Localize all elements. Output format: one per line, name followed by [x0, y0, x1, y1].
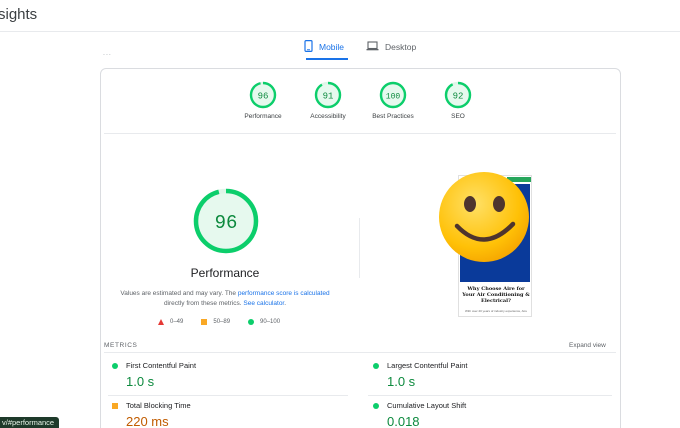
category-label: Best Practices — [372, 113, 414, 120]
phone-icon — [304, 40, 313, 54]
section-divider — [104, 133, 616, 134]
metric-largest-contentful-paint: Largest Contentful Paint 1.0 s — [373, 361, 467, 389]
tab-mobile-label: Mobile — [318, 42, 345, 52]
desc-text: . — [284, 300, 287, 307]
score-value: 100 — [386, 93, 401, 102]
category-seo[interactable]: 92 SEO — [428, 80, 488, 120]
category-performance[interactable]: 96 Performance — [233, 80, 293, 120]
score-legend: 0–49 50–89 90–100 — [158, 319, 298, 325]
score-calculated-link[interactable]: performance score is calculated — [238, 290, 330, 297]
metric-total-blocking-time: Total Blocking Time 220 ms — [112, 401, 191, 428]
performance-title: Performance — [190, 266, 260, 280]
tab-desktop-label: Desktop — [385, 42, 417, 52]
expand-view-button[interactable]: Expand view — [569, 342, 606, 349]
metric-value: 1.0 s — [387, 374, 416, 389]
screenshot-heading: Why Choose Aire for Your Air Conditionin… — [462, 286, 530, 304]
top-bar: sights — [0, 0, 680, 32]
score-value: 96 — [258, 92, 269, 102]
metric-cumulative-layout-shift: Cumulative Layout Shift 0.018 — [373, 401, 466, 428]
category-best-practices[interactable]: 100 Best Practices — [363, 80, 423, 120]
metric-first-contentful-paint: First Contentful Paint 1.0 s — [112, 361, 196, 389]
desc-text: directly from these metrics. — [163, 300, 244, 307]
tab-desktop[interactable]: Desktop — [360, 36, 422, 58]
performance-score: 96 — [215, 212, 238, 234]
metric-separator — [108, 395, 348, 396]
screenshot-subtext: With over 20 years of industry experienc… — [464, 309, 528, 313]
good-status-icon — [112, 362, 118, 369]
legend-item-average: 50–89 — [201, 319, 230, 325]
category-label: Performance — [244, 113, 282, 120]
score-gauge: 100 — [379, 81, 407, 109]
score-gauge: 92 — [444, 81, 472, 109]
score-gauge: 96 — [249, 81, 277, 109]
score-value: 91 — [323, 92, 334, 102]
device-tabs: Mobile Desktop — [300, 36, 422, 60]
metric-value: 1.0 s — [126, 374, 155, 389]
column-divider — [359, 218, 360, 278]
laptop-icon — [366, 41, 379, 53]
status-url: v/#performance — [0, 417, 60, 428]
app-title: sights — [0, 6, 38, 23]
good-status-icon — [373, 402, 379, 409]
metric-name: Cumulative Layout Shift — [387, 401, 467, 410]
category-label: Accessibility — [310, 113, 346, 120]
metric-separator — [368, 395, 612, 396]
metric-name: Largest Contentful Paint — [387, 361, 468, 370]
metric-name: First Contentful Paint — [126, 361, 197, 370]
active-tab-indicator — [306, 58, 348, 60]
see-calculator-link[interactable]: See calculator — [243, 300, 284, 307]
score-value: 92 — [453, 92, 464, 102]
metric-value: 220 ms — [126, 414, 169, 428]
square-icon — [201, 319, 208, 325]
metrics-header: METRICS — [104, 342, 138, 349]
performance-gauge: 96 — [193, 188, 259, 254]
average-status-icon — [112, 402, 118, 409]
smiley-face-icon — [439, 172, 529, 262]
desc-text: Values are estimated and may vary. The — [120, 290, 238, 297]
good-status-icon — [373, 362, 379, 369]
legend-range: 50–89 — [213, 319, 231, 325]
score-gauge: 91 — [314, 81, 342, 109]
legend-range: 0–49 — [170, 319, 184, 325]
category-accessibility[interactable]: 91 Accessibility — [298, 80, 358, 120]
circle-icon — [248, 319, 255, 325]
metric-name: Total Blocking Time — [126, 401, 191, 410]
legend-range: 90–100 — [260, 319, 281, 325]
triangle-icon — [158, 319, 164, 325]
tab-mobile[interactable]: Mobile — [300, 36, 348, 58]
legend-item-good: 90–100 — [248, 319, 280, 325]
more-indicator: ... — [103, 50, 112, 57]
metric-value: 0.018 — [387, 414, 420, 428]
metrics-divider — [104, 352, 616, 353]
category-label: SEO — [451, 113, 465, 120]
legend-item-poor: 0–49 — [158, 319, 183, 325]
performance-description: Values are estimated and may vary. The p… — [114, 289, 336, 309]
